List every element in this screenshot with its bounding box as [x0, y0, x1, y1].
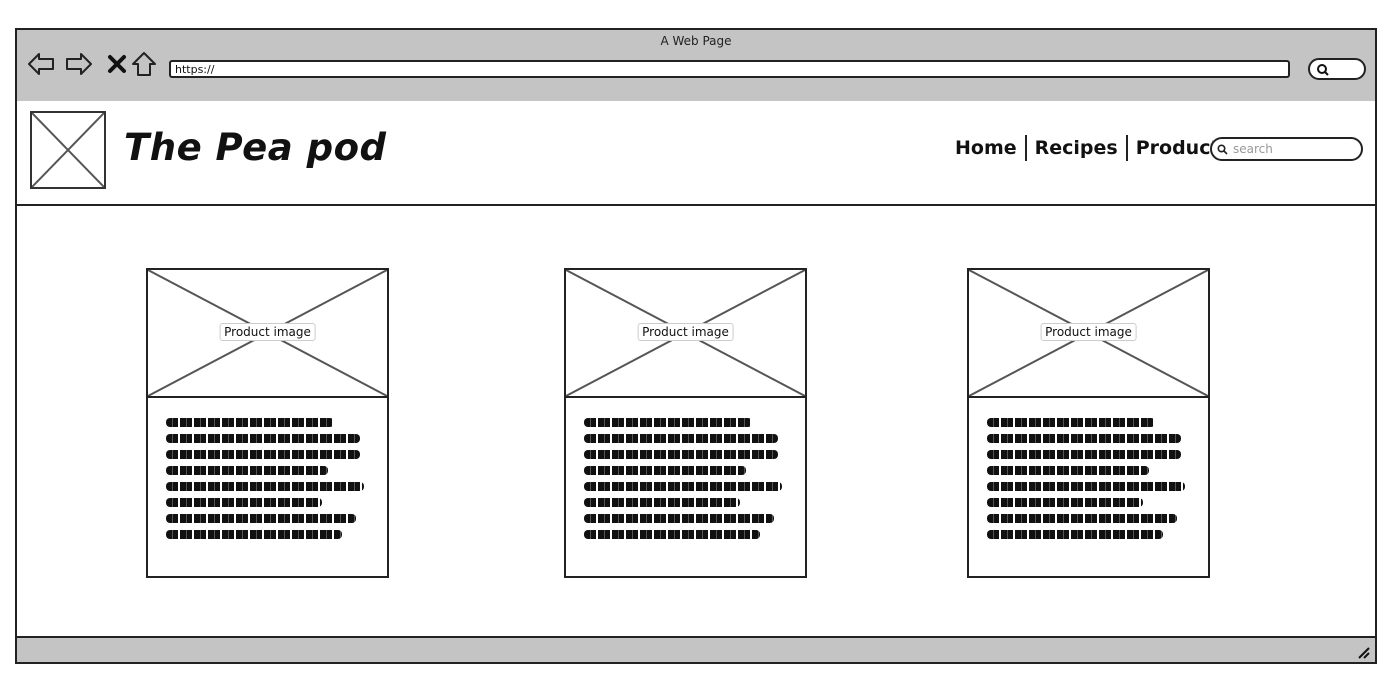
logo-placeholder	[30, 111, 106, 189]
product-image-placeholder: Product image	[148, 270, 387, 398]
product-image-label: Product image	[637, 323, 734, 341]
nav-home[interactable]: Home	[947, 137, 1025, 159]
product-card[interactable]: Product image	[967, 268, 1210, 578]
product-image-placeholder: Product image	[566, 270, 805, 398]
magnifier-icon	[1317, 64, 1329, 76]
url-bar[interactable]: https://	[169, 60, 1290, 78]
stop-x-icon[interactable]	[103, 50, 131, 78]
home-icon[interactable]	[130, 50, 158, 78]
browser-search-button[interactable]	[1308, 58, 1366, 80]
product-description-scribble	[987, 418, 1187, 546]
browser-titlebar: A Web Page https://	[17, 30, 1375, 103]
browser-statusbar	[17, 636, 1375, 662]
nav-recipes[interactable]: Recipes	[1027, 137, 1126, 159]
product-image-label: Product image	[219, 323, 316, 341]
product-image-placeholder: Product image	[969, 270, 1208, 398]
product-card[interactable]: Product image	[564, 268, 807, 578]
site-header: The Pea pod Home Recipes Products	[17, 101, 1375, 206]
back-arrow-icon[interactable]	[27, 50, 55, 78]
product-description-scribble	[584, 418, 784, 546]
site-title: The Pea pod	[124, 126, 387, 169]
product-image-label: Product image	[1040, 323, 1137, 341]
product-card[interactable]: Product image	[146, 268, 389, 578]
main-nav: Home Recipes Products	[947, 135, 1239, 161]
search-input[interactable]	[1231, 141, 1355, 157]
forward-arrow-icon[interactable]	[65, 50, 93, 78]
site-search	[1210, 137, 1363, 161]
browser-window: A Web Page https:// The Pea pod Home Rec…	[15, 28, 1377, 664]
search-icon	[1217, 143, 1228, 155]
window-title: A Web Page	[660, 34, 732, 48]
product-description-scribble	[166, 418, 366, 546]
resize-grip-icon[interactable]	[1355, 644, 1371, 660]
